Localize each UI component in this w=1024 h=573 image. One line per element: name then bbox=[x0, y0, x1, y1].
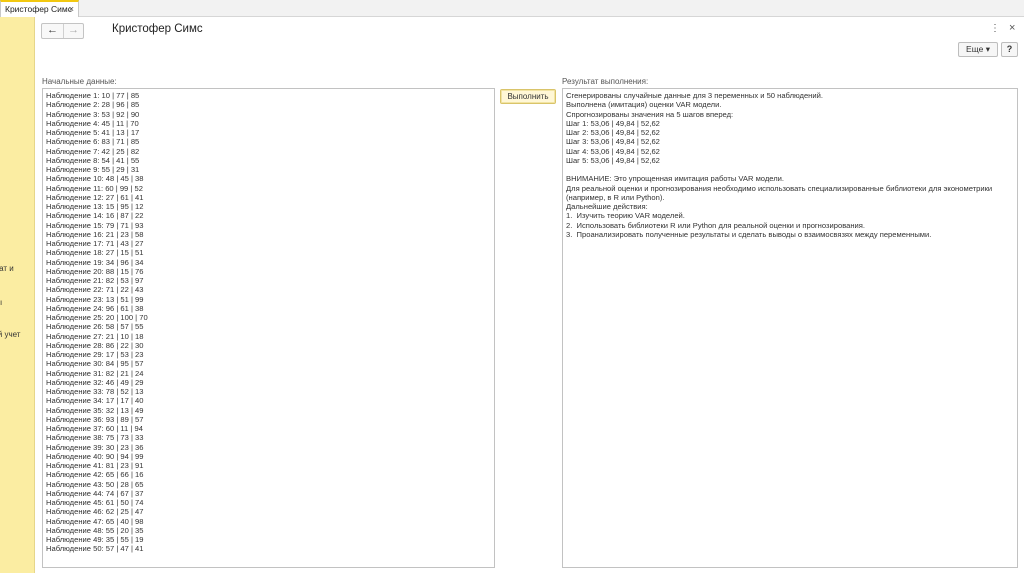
observation-line: Наблюдение 46: 62 | 25 | 47 bbox=[46, 507, 144, 517]
observation-line: Наблюдение 37: 60 | 11 | 94 bbox=[46, 424, 143, 433]
forward-arrow-icon[interactable]: → bbox=[63, 24, 84, 38]
observation-line: Наблюдение 9: 55 | 29 | 31 bbox=[46, 165, 140, 174]
observation-line: Наблюдение 27: 21 | 10 | 18 bbox=[46, 331, 144, 341]
result-line: Шаг 3: 53,06 | 49,84 | 52,62 bbox=[566, 137, 660, 147]
result-line: Сгенерированы случайные данные для 3 пер… bbox=[566, 91, 823, 100]
main-panel: ← → Кристофер Симс ⋮ × Еще ▾ ? Начальные… bbox=[35, 17, 1024, 573]
observation-line: Наблюдение 11: 60 | 99 | 52 bbox=[46, 183, 143, 193]
observation-line: Наблюдение 12: 27 | 61 | 41 bbox=[46, 192, 144, 202]
observation-line: Наблюдение 42: 65 | 66 | 16 bbox=[46, 470, 144, 480]
observation-line: Наблюдение 36: 93 | 89 | 57 bbox=[46, 414, 144, 424]
observation-line: Наблюдение 26: 58 | 57 | 55 bbox=[46, 322, 144, 332]
tab-bar: Кристофер Симс × bbox=[0, 0, 1024, 17]
observation-line: Наблюдение 31: 82 | 21 | 24 bbox=[46, 368, 144, 378]
sidebar-item-3[interactable]: ый учет bbox=[0, 330, 20, 339]
observation-line: Наблюдение 32: 46 | 49 | 29 bbox=[46, 377, 144, 387]
observation-line: Наблюдение 6: 83 | 71 | 85 bbox=[46, 137, 140, 147]
observation-line: Наблюдение 49: 35 | 55 | 19 bbox=[46, 535, 144, 544]
sidebar-item-2[interactable]: вы bbox=[0, 298, 2, 307]
observation-line: Наблюдение 18: 27 | 15 | 51 bbox=[46, 248, 144, 258]
observation-line: Наблюдение 3: 53 | 92 | 90 bbox=[46, 109, 140, 119]
tab-active[interactable]: Кристофер Симс × bbox=[0, 0, 79, 17]
tab-title: Кристофер Симс bbox=[5, 4, 72, 14]
observation-line: Наблюдение 45: 61 | 50 | 74 bbox=[46, 498, 144, 507]
back-arrow-icon[interactable]: ← bbox=[42, 24, 64, 38]
result-label: Результат выполнения: bbox=[562, 77, 649, 86]
result-line: Шаг 2: 53,06 | 49,84 | 52,62 bbox=[566, 128, 660, 137]
run-button[interactable]: Выполнить bbox=[500, 89, 556, 104]
observation-line: Наблюдение 2: 28 | 96 | 85 bbox=[46, 100, 140, 110]
result-line: Дальнейшие действия: bbox=[566, 202, 648, 211]
result-line: Спрогнозированы значения на 5 шагов впер… bbox=[566, 109, 734, 119]
input-label: Начальные данные: bbox=[42, 77, 117, 86]
result-line: 3. Проанализировать полученные результат… bbox=[566, 229, 932, 239]
result-line: 2. Использовать библиотеки R или Python … bbox=[566, 220, 866, 230]
observation-line: Наблюдение 13: 15 | 95 | 12 bbox=[46, 202, 144, 211]
close-icon[interactable]: × bbox=[1009, 22, 1015, 34]
result-line: Выполнена (имитация) оценки VAR модели. bbox=[566, 100, 722, 110]
observation-line: Наблюдение 15: 79 | 71 | 93 bbox=[46, 220, 144, 230]
observation-line: Наблюдение 24: 96 | 61 | 38 bbox=[46, 303, 144, 313]
observation-line: Наблюдение 47: 65 | 40 | 98 bbox=[46, 516, 144, 526]
observation-line: Наблюдение 28: 86 | 22 | 30 bbox=[46, 340, 144, 350]
sidebar: ьтат и вы ый учет е bbox=[0, 17, 35, 573]
observation-line: Наблюдение 43: 50 | 28 | 65 bbox=[46, 479, 144, 489]
result-textarea[interactable]: Сгенерированы случайные данные для 3 пер… bbox=[562, 88, 1018, 568]
observation-line: Наблюдение 4: 45 | 11 | 70 bbox=[46, 118, 139, 128]
observation-line: Наблюдение 10: 48 | 45 | 38 bbox=[46, 174, 144, 184]
sidebar-item-1[interactable]: ьтат и bbox=[0, 264, 14, 273]
result-line bbox=[566, 165, 1014, 174]
observation-line: Наблюдение 8: 54 | 41 | 55 bbox=[46, 155, 140, 165]
observation-line: Наблюдение 20: 88 | 15 | 76 bbox=[46, 266, 144, 276]
result-line: (например, в R или Python). bbox=[566, 192, 665, 202]
history-nav: ← → bbox=[41, 23, 84, 39]
observation-line: Наблюдение 38: 75 | 73 | 33 bbox=[46, 433, 144, 443]
observation-line: Наблюдение 14: 16 | 87 | 22 bbox=[46, 211, 144, 221]
observation-line: Наблюдение 1: 10 | 77 | 85 bbox=[46, 91, 140, 100]
observation-line: Наблюдение 17: 71 | 43 | 27 bbox=[46, 239, 144, 248]
observation-line: Наблюдение 40: 90 | 94 | 99 bbox=[46, 451, 144, 461]
result-line: Шаг 1: 53,06 | 49,84 | 52,62 bbox=[566, 118, 660, 128]
more-button[interactable]: Еще ▾ bbox=[958, 42, 998, 57]
observation-line: Наблюдение 5: 41 | 13 | 17 bbox=[46, 128, 140, 137]
observation-line: Наблюдение 30: 84 | 95 | 57 bbox=[46, 359, 144, 369]
observation-line: Наблюдение 16: 21 | 23 | 58 bbox=[46, 229, 144, 239]
result-line: Для реальной оценки и прогнозирования не… bbox=[566, 183, 993, 193]
observation-line: Наблюдение 34: 17 | 17 | 40 bbox=[46, 396, 144, 406]
observation-line: Наблюдение 19: 34 | 96 | 34 bbox=[46, 257, 144, 267]
observation-line: Наблюдение 29: 17 | 53 | 23 bbox=[46, 350, 144, 359]
observation-line: Наблюдение 41: 81 | 23 | 91 bbox=[46, 461, 144, 470]
observation-line: Наблюдение 35: 32 | 13 | 49 bbox=[46, 405, 144, 415]
observation-line: Наблюдение 23: 13 | 51 | 99 bbox=[46, 294, 144, 304]
result-line: 1. Изучить теорию VAR моделей. bbox=[566, 211, 685, 221]
tab-close-icon[interactable]: × bbox=[69, 2, 74, 17]
observation-line: Наблюдение 39: 30 | 23 | 36 bbox=[46, 442, 144, 452]
observation-line: Наблюдение 25: 20 | 100 | 70 bbox=[46, 313, 148, 322]
observation-line: Наблюдение 33: 78 | 52 | 13 bbox=[46, 387, 144, 396]
help-button[interactable]: ? bbox=[1001, 42, 1018, 57]
observation-line: Наблюдение 50: 57 | 47 | 41 bbox=[46, 544, 144, 554]
input-data-textarea[interactable]: Наблюдение 1: 10 | 77 | 85 Наблюдение 2: … bbox=[42, 88, 495, 568]
result-line: Шаг 5: 53,06 | 49,84 | 52,62 bbox=[566, 155, 660, 165]
observation-line: Наблюдение 7: 42 | 25 | 82 bbox=[46, 146, 140, 156]
observation-line: Наблюдение 21: 82 | 53 | 97 bbox=[46, 276, 144, 285]
result-line: Шаг 4: 53,06 | 49,84 | 52,62 bbox=[566, 146, 660, 156]
observation-line: Наблюдение 48: 55 | 20 | 35 bbox=[46, 525, 144, 535]
page-title: Кристофер Симс bbox=[112, 23, 203, 35]
observation-line: Наблюдение 44: 74 | 67 | 37 bbox=[46, 488, 144, 498]
more-options-icon[interactable]: ⋮ bbox=[990, 23, 1000, 34]
observation-line: Наблюдение 22: 71 | 22 | 43 bbox=[46, 285, 144, 295]
result-line: ВНИМАНИЕ: Это упрощенная имитация работы… bbox=[566, 174, 785, 184]
